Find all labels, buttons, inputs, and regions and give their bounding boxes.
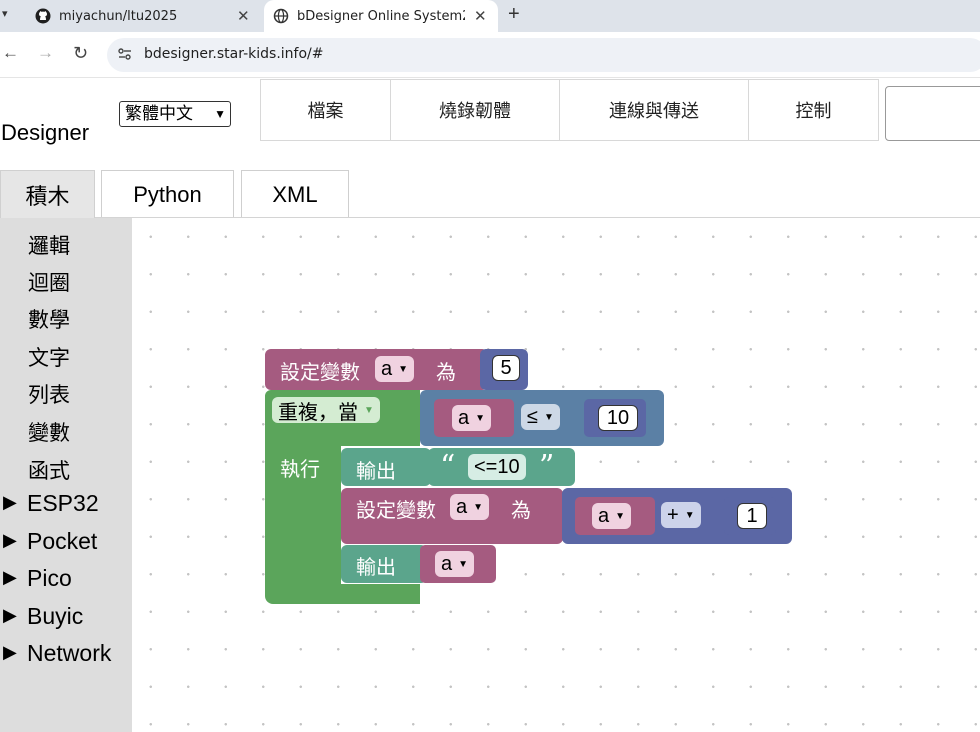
- tab-blocks[interactable]: 積木: [0, 170, 95, 218]
- toolbox-item-functions[interactable]: 函式: [28, 455, 70, 485]
- variable-dropdown[interactable]: a ▼: [452, 405, 492, 431]
- app-brand: Designer: [1, 120, 90, 145]
- site-settings-icon[interactable]: [117, 46, 133, 62]
- chevron-down-icon: ▼: [214, 107, 226, 121]
- close-tab-icon[interactable]: ✕: [474, 7, 487, 25]
- dropdown-caret-icon: ▼: [615, 510, 626, 522]
- expand-arrow-icon[interactable]: ▶: [3, 530, 17, 551]
- toolbox-item-variables[interactable]: 變數: [28, 417, 70, 447]
- variable-name: a: [458, 406, 470, 429]
- repeat-while-footer: [265, 584, 420, 604]
- language-value: 繁體中文: [125, 104, 193, 123]
- toolbox-category-esp32[interactable]: ESP32: [27, 490, 99, 517]
- tab-python[interactable]: Python: [101, 170, 234, 218]
- browser-tab-title: miyachun/ltu2025: [59, 8, 178, 24]
- set-variable-label: 設定變數: [356, 500, 436, 522]
- dropdown-caret-icon: ▼: [398, 363, 409, 375]
- dropdown-caret-icon: ▼: [475, 412, 486, 424]
- browser-addressbar: ← → ↻ bdesigner.star-kids.info/#: [0, 32, 980, 78]
- globe-icon: [273, 8, 289, 24]
- close-quote-icon: ”: [539, 449, 555, 484]
- variable-dropdown[interactable]: a ▼: [375, 356, 415, 382]
- menu-file[interactable]: 檔案: [261, 80, 391, 140]
- menu-connect-transfer[interactable]: 連線與傳送: [560, 80, 749, 140]
- variable-dropdown[interactable]: a ▼: [450, 494, 490, 520]
- toolbox-item-loops[interactable]: 迴圈: [28, 267, 70, 297]
- dropdown-caret-icon: ▼: [458, 558, 469, 570]
- text-value[interactable]: <=10: [468, 454, 526, 480]
- reload-icon[interactable]: ↻: [73, 43, 88, 64]
- dropdown-caret-icon: ▼: [684, 509, 695, 521]
- browser-tab-title: bDesigner Online System2025: [297, 8, 465, 24]
- open-quote-icon: “: [440, 449, 456, 484]
- number-value[interactable]: 5: [492, 355, 520, 381]
- repeat-do-label: 執行: [280, 459, 320, 481]
- new-tab-icon[interactable]: +: [508, 3, 520, 26]
- toolbox-category-pocket[interactable]: Pocket: [27, 528, 97, 555]
- menu-control[interactable]: 控制: [749, 80, 878, 140]
- variable-name: a: [381, 357, 393, 380]
- repeat-mode-dropdown[interactable]: 重複，當 ▼: [272, 397, 380, 424]
- toolbox-category-pico[interactable]: Pico: [27, 565, 72, 592]
- block-toolbox: 邏輯 迴圈 數學 文字 列表 變數 函式 ▶ ESP32 ▶ Pocket ▶ …: [0, 218, 132, 732]
- menu-flash-firmware[interactable]: 燒錄韌體: [391, 80, 560, 140]
- operator-dropdown[interactable]: + ▼: [661, 502, 701, 528]
- browser-tab-bdesigner[interactable]: bDesigner Online System2025 ✕: [264, 0, 498, 32]
- toolbox-category-buyic[interactable]: Buyic: [27, 603, 83, 630]
- print-label: 輸出: [356, 557, 396, 579]
- number-value[interactable]: 10: [598, 405, 638, 431]
- close-tab-icon[interactable]: ✕: [237, 7, 250, 25]
- repeat-mode-label: 重複，當: [278, 401, 358, 424]
- set-as-label: 為: [511, 500, 531, 522]
- header-input[interactable]: [885, 86, 980, 141]
- number-value[interactable]: 1: [737, 503, 767, 529]
- expand-arrow-icon[interactable]: ▶: [3, 642, 17, 663]
- print-label: 輸出: [356, 461, 396, 483]
- set-variable-label: 設定變數: [280, 362, 360, 384]
- variable-dropdown[interactable]: a ▼: [592, 503, 632, 529]
- dropdown-caret-icon: ▼: [364, 404, 374, 416]
- operator-symbol: +: [667, 503, 679, 526]
- forward-arrow-icon[interactable]: →: [37, 43, 54, 63]
- expand-arrow-icon[interactable]: ▶: [3, 567, 17, 588]
- back-arrow-icon[interactable]: ←: [2, 43, 19, 63]
- variable-name: a: [441, 552, 453, 575]
- expand-arrow-icon[interactable]: ▶: [3, 605, 17, 626]
- toolbox-item-text[interactable]: 文字: [28, 342, 70, 372]
- toolbox-item-logic[interactable]: 邏輯: [28, 230, 70, 260]
- main-menu: 檔案 燒錄韌體 連線與傳送 控制: [260, 79, 879, 141]
- operator-symbol: ≤: [527, 405, 538, 428]
- toolbox-item-lists[interactable]: 列表: [28, 379, 70, 409]
- browser-tabbar: ▾ miyachun/ltu2025 ✕ bDesigner Online Sy…: [0, 0, 980, 32]
- expand-arrow-icon[interactable]: ▶: [3, 492, 17, 513]
- variable-name: a: [456, 495, 468, 518]
- github-icon: [35, 8, 51, 24]
- tab-xml[interactable]: XML: [241, 170, 349, 218]
- browser-tab-github[interactable]: miyachun/ltu2025 ✕: [0, 0, 262, 32]
- url-text: bdesigner.star-kids.info/#: [144, 46, 324, 62]
- toolbox-item-math[interactable]: 數學: [28, 304, 70, 334]
- toolbox-category-network[interactable]: Network: [27, 640, 111, 667]
- url-input[interactable]: bdesigner.star-kids.info/#: [107, 38, 980, 72]
- variable-dropdown[interactable]: a ▼: [435, 551, 475, 577]
- variable-name: a: [598, 504, 610, 527]
- dropdown-caret-icon: ▼: [473, 501, 484, 513]
- operator-dropdown[interactable]: ≤ ▼: [521, 404, 560, 430]
- set-as-label: 為: [436, 362, 456, 384]
- dropdown-caret-icon: ▼: [543, 411, 554, 423]
- language-select[interactable]: 繁體中文 ▼: [119, 101, 231, 127]
